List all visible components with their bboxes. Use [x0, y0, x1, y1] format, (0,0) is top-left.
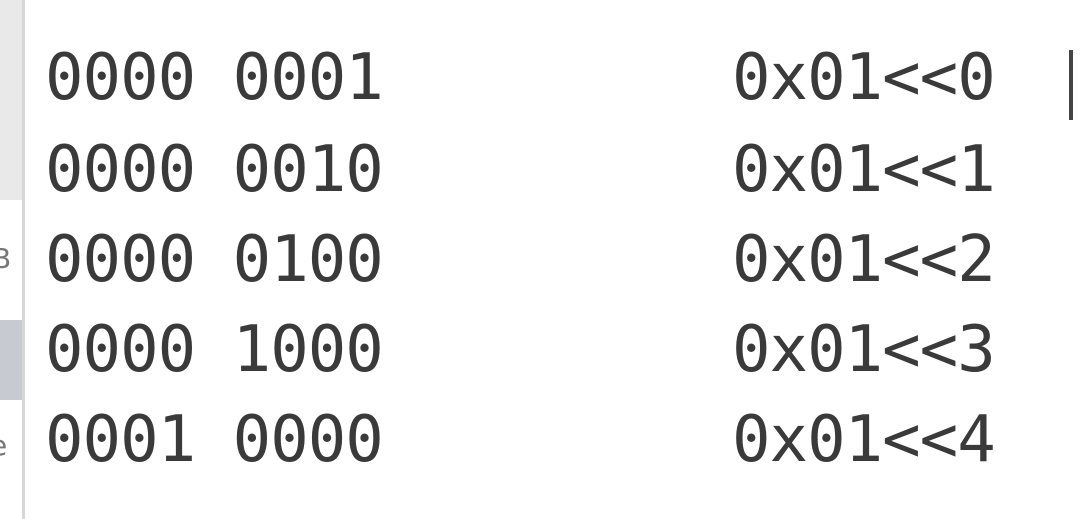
binary-value: 0000 0001	[45, 41, 384, 115]
shift-expression: 0x01<<2	[732, 223, 996, 297]
text-cursor-fragment	[1069, 50, 1083, 120]
bit-row: 0000 1000 0x01<<3	[25, 308, 1083, 392]
shift-expression: 0x01<<3	[732, 313, 996, 387]
bit-row: 0001 0000 0x01<<4	[25, 398, 1083, 482]
shift-expression: 0x01<<0	[732, 41, 996, 115]
left-pane-header	[0, 0, 22, 200]
bit-row: 0000 0100 0x01<<2	[25, 218, 1083, 302]
bit-row: 0000 0010 0x01<<1	[25, 128, 1083, 212]
code-text-area[interactable]: 0000 0001 0x01<<0 0000 0010 0x01<<1 0000…	[25, 0, 1083, 519]
left-pane-edge: B e	[0, 0, 22, 519]
binary-value: 0000 0100	[45, 223, 384, 297]
left-pane-partial-label: e	[0, 432, 7, 460]
shift-expression: 0x01<<4	[732, 403, 996, 477]
binary-value: 0000 0010	[45, 133, 384, 207]
left-pane-partial-label: B	[0, 242, 12, 275]
shift-expression: 0x01<<1	[732, 133, 996, 207]
binary-value: 0000 1000	[45, 313, 384, 387]
bit-row: 0000 0001 0x01<<0	[25, 36, 1083, 120]
left-pane-selected-block	[0, 320, 22, 400]
binary-value: 0001 0000	[45, 403, 384, 477]
